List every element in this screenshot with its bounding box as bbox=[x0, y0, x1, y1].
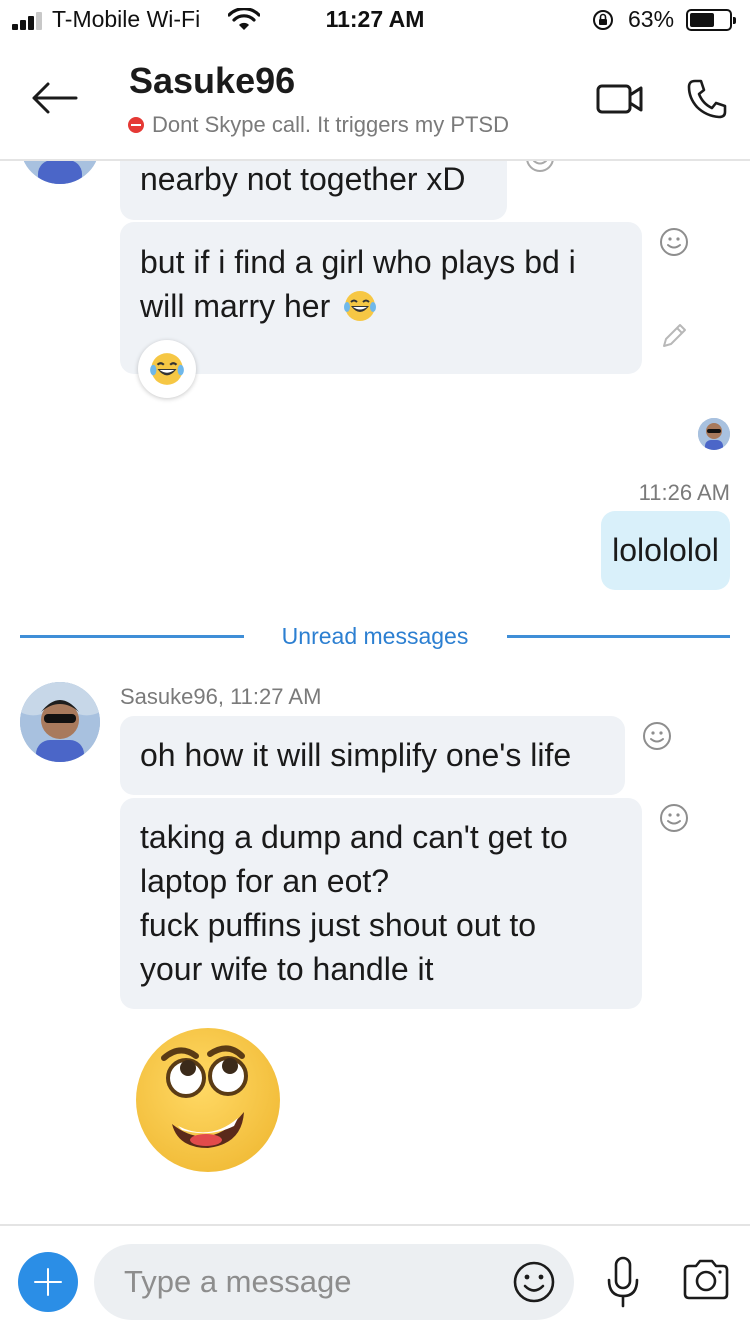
add-reaction-icon[interactable] bbox=[658, 802, 690, 834]
message-text: nearby not together xD bbox=[140, 161, 466, 197]
reaction-chip[interactable] bbox=[138, 340, 196, 398]
battery-icon bbox=[686, 9, 736, 31]
message-composer bbox=[0, 1224, 750, 1334]
message-text: will marry her bbox=[140, 288, 331, 324]
do-not-disturb-icon bbox=[128, 117, 144, 133]
status-bar: T-Mobile Wi-Fi 11:27 AM 63% bbox=[0, 0, 750, 40]
outgoing-message-bubble[interactable]: lolololol bbox=[601, 511, 730, 590]
contact-status: Dont Skype call. It triggers my PTSD bbox=[128, 112, 509, 138]
plus-icon[interactable] bbox=[18, 1252, 78, 1312]
message-line: fuck puffins just shout out to bbox=[140, 907, 537, 943]
contact-name[interactable]: Sasuke96 bbox=[129, 60, 295, 102]
contact-avatar[interactable] bbox=[20, 682, 100, 762]
laughing-tears-emoji bbox=[344, 291, 377, 321]
message-bubble[interactable]: taking a dump and can't get to laptop fo… bbox=[120, 798, 642, 1009]
add-reaction-icon[interactable] bbox=[641, 720, 673, 752]
message-text: but if i find a girl who plays bd i bbox=[140, 244, 576, 280]
pencil-icon[interactable] bbox=[658, 320, 690, 352]
chat-header: Sasuke96 Dont Skype call. It triggers my… bbox=[0, 40, 750, 161]
message-timestamp: 11:26 AM bbox=[638, 480, 730, 505]
microphone-icon[interactable] bbox=[604, 1256, 642, 1308]
rotation-lock-icon bbox=[593, 10, 613, 30]
read-receipt-avatar bbox=[698, 418, 730, 450]
emoji-icon[interactable] bbox=[512, 1260, 556, 1304]
battery-percent: 63% bbox=[628, 6, 675, 32]
message-bubble[interactable]: but if i find a girl who plays bd i will… bbox=[120, 222, 642, 374]
status-message: Dont Skype call. It triggers my PTSD bbox=[152, 112, 509, 137]
message-text: lolololol bbox=[612, 532, 719, 568]
back-arrow-icon[interactable] bbox=[28, 78, 80, 118]
message-line: your wife to handle it bbox=[140, 951, 434, 987]
message-line: laptop for an eot? bbox=[140, 863, 390, 899]
eye-roll-smile-emoji[interactable] bbox=[134, 1026, 282, 1174]
sender-meta: Sasuke96, 11:27 AM bbox=[120, 684, 322, 709]
message-line: taking a dump and can't get to bbox=[140, 819, 568, 855]
message-input[interactable] bbox=[94, 1244, 574, 1320]
video-call-icon[interactable] bbox=[596, 82, 644, 116]
add-reaction-icon[interactable] bbox=[658, 226, 690, 258]
message-bubble[interactable]: oh how it will simplify one's life bbox=[120, 716, 625, 795]
camera-icon[interactable] bbox=[682, 1258, 730, 1300]
divider-line bbox=[507, 635, 730, 638]
message-text: oh how it will simplify one's life bbox=[140, 737, 572, 773]
laughing-tears-emoji bbox=[150, 353, 184, 385]
phone-call-icon[interactable] bbox=[686, 78, 728, 120]
